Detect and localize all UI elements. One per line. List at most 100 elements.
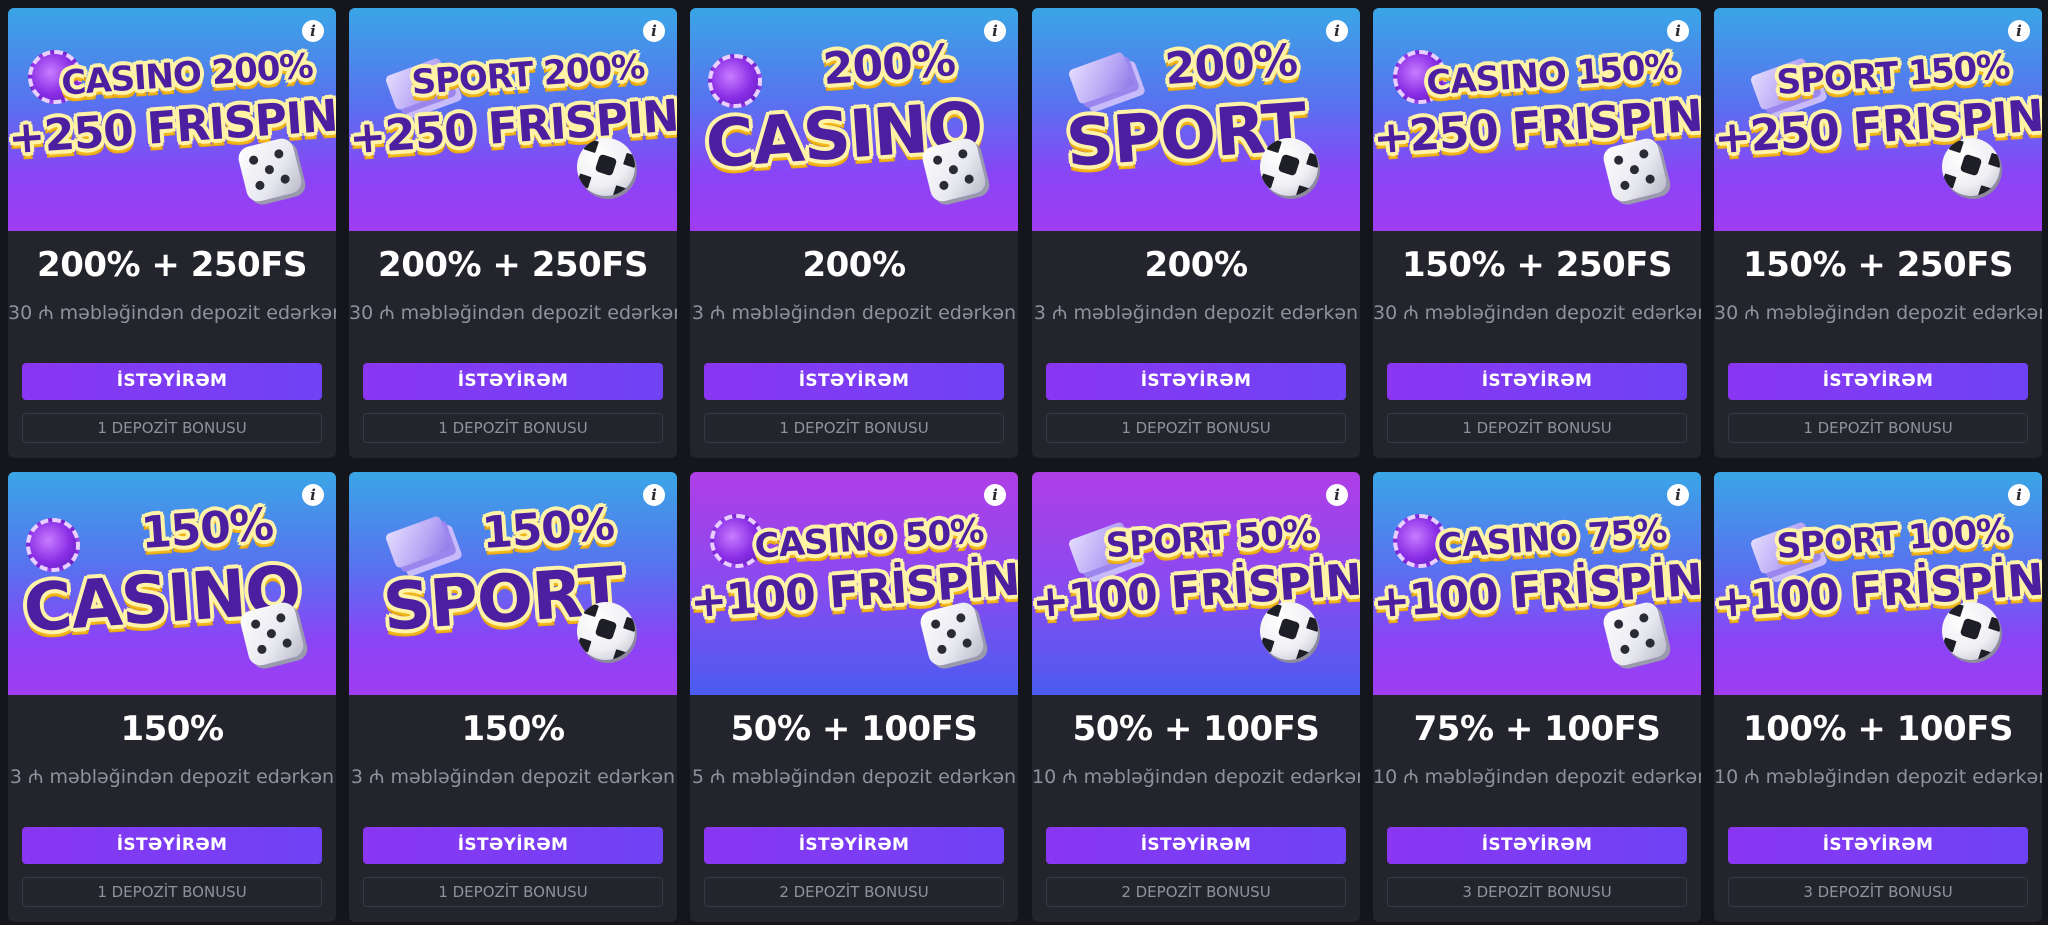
claim-bonus-button[interactable]: İSTƏYİRƏM [22,827,322,864]
card-body: 150% 3 ₼ məbləğindən depozit edərkən İSTƏY… [8,695,336,922]
bonus-card: 200% SPORT i 200% 3 ₼ məbləğindən depozit ed… [1032,8,1360,458]
bonus-card: CASINO 200% +250 FRISPIN i 200% + 250FS 30 ₼… [8,8,336,458]
bonus-card: 150% CASINO i 150% 3 ₼ məbləğindən depozit e… [8,472,336,922]
bonus-card: 150% SPORT i 150% 3 ₼ məbləğindən depozit ed… [349,472,677,922]
bonus-card: SPORT 100% +100 FRİSPİN i 100% + 100FS 10 ₼ … [1714,472,2042,922]
deposit-bonus-tag: 1 DEPOZİT BONUSU [22,877,322,907]
bonus-condition-text: 30 ₼ məbləğindən depozit edərkən [1373,302,1701,324]
bonus-banner[interactable]: 150% SPORT i [349,472,677,695]
soccer-ball-icon [1260,138,1318,196]
info-icon[interactable]: i [2008,20,2030,42]
bonus-condition-text: 3 ₼ məbləğindən depozit edərkən [691,302,1017,324]
deposit-bonus-tag: 1 DEPOZİT BONUSU [704,413,1004,443]
bonus-banner[interactable]: 150% CASINO i [8,472,336,695]
bonus-title: 150% [461,709,565,749]
info-icon[interactable]: i [302,20,324,42]
bonus-banner[interactable]: SPORT 100% +100 FRİSPİN i [1714,472,2042,695]
deposit-bonus-tag: 1 DEPOZİT BONUSU [1387,413,1687,443]
claim-bonus-button[interactable]: İSTƏYİRƏM [363,827,663,864]
deposit-bonus-tag: 2 DEPOZİT BONUSU [1046,877,1346,907]
bonus-banner[interactable]: SPORT 150% +250 FRISPIN i [1714,8,2042,231]
card-body: 200% 3 ₼ məbləğindən depozit edərkən İSTƏY… [690,231,1018,458]
claim-bonus-button[interactable]: İSTƏYİRƏM [1046,363,1346,400]
bonus-title: 200% + 250FS [378,245,648,285]
card-body: 200% + 250FS 30 ₼ məbləğindən depozit edə… [8,231,336,458]
info-icon[interactable]: i [302,484,324,506]
card-body: 150% + 250FS 30 ₼ məbləğindən depozit edə… [1714,231,2042,458]
claim-bonus-button[interactable]: İSTƏYİRƏM [1728,827,2028,864]
banner-artwork: SPORT 50% +100 FRİSPİN [1032,472,1360,695]
card-body: 200% 3 ₼ məbləğindən depozit edərkən İSTƏY… [1032,231,1360,458]
bonus-card: SPORT 150% +250 FRISPIN i 150% + 250FS 30 ₼ … [1714,8,2042,458]
bonus-condition-text: 5 ₼ məbləğindən depozit edərkən [691,766,1017,788]
bonus-title: 50% + 100FS [1072,709,1320,749]
claim-bonus-button[interactable]: İSTƏYİRƏM [704,827,1004,864]
card-body: 150% + 250FS 30 ₼ məbləğindən depozit edə… [1373,231,1701,458]
info-icon[interactable]: i [984,20,1006,42]
info-icon[interactable]: i [2008,484,2030,506]
soccer-ball-icon [1942,138,2000,196]
bonus-card: SPORT 50% +100 FRİSPİN i 50% + 100FS 10 ₼ mə… [1032,472,1360,922]
dice-icon [1601,600,1669,668]
bonus-condition-text: 30 ₼ məbləğindən depozit edərkən [1714,302,2042,324]
bonus-banner[interactable]: CASINO 150% +250 FRISPIN i [1373,8,1701,231]
card-body: 50% + 100FS 10 ₼ məbləğindən depozit edər… [1032,695,1360,922]
bonus-condition-text: 10 ₼ məbləğindən depozit edərkən [1373,766,1701,788]
banner-artwork: CASINO 75% +100 FRİSPİN [1373,472,1701,695]
bonus-banner[interactable]: 200% CASINO i [690,8,1018,231]
bonus-condition-text: 3 ₼ məbləğindən depozit edərkən [9,766,335,788]
bonus-banner[interactable]: SPORT 200% +250 FRISPIN i [349,8,677,231]
bonus-card: CASINO 150% +250 FRISPIN i 150% + 250FS 30 ₼… [1373,8,1701,458]
deposit-bonus-tag: 3 DEPOZİT BONUSU [1728,877,2028,907]
bonus-title: 150% + 250FS [1402,245,1672,285]
banner-artwork: 200% CASINO [690,8,1018,231]
bonus-card: SPORT 200% +250 FRISPIN i 200% + 250FS 30 ₼ … [349,8,677,458]
info-icon[interactable]: i [1326,20,1348,42]
bonus-condition-text: 3 ₼ məbləğindən depozit edərkən [350,766,676,788]
bonus-condition-text: 30 ₼ məbləğindən depozit edərkən [8,302,336,324]
bonus-condition-text: 30 ₼ məbləğindən depozit edərkən [349,302,677,324]
claim-bonus-button[interactable]: İSTƏYİRƏM [704,363,1004,400]
soccer-ball-icon [577,602,635,660]
info-icon[interactable]: i [643,484,665,506]
claim-bonus-button[interactable]: İSTƏYİRƏM [22,363,322,400]
dice-icon [1601,136,1669,204]
deposit-bonus-tag: 1 DEPOZİT BONUSU [1728,413,2028,443]
bonus-title: 100% + 100FS [1743,709,2013,749]
bonus-banner[interactable]: CASINO 50% +100 FRİSPİN i [690,472,1018,695]
banner-artwork: 200% SPORT [1032,8,1360,231]
info-icon[interactable]: i [1667,484,1689,506]
info-icon[interactable]: i [1326,484,1348,506]
claim-bonus-button[interactable]: İSTƏYİRƏM [363,363,663,400]
banner-artwork: SPORT 150% +250 FRISPIN [1714,8,2042,231]
deposit-bonus-tag: 1 DEPOZİT BONUSU [363,877,663,907]
claim-bonus-button[interactable]: İSTƏYİRƏM [1046,827,1346,864]
dice-icon [236,136,304,204]
claim-bonus-button[interactable]: İSTƏYİRƏM [1728,363,2028,400]
bonus-cards-grid: CASINO 200% +250 FRISPIN i 200% + 250FS 30 ₼… [0,0,2048,925]
deposit-bonus-tag: 1 DEPOZİT BONUSU [363,413,663,443]
bonus-condition-text: 10 ₼ məbləğindən depozit edərkən [1714,766,2042,788]
bonus-banner[interactable]: 200% SPORT i [1032,8,1360,231]
bonus-banner[interactable]: CASINO 75% +100 FRİSPİN i [1373,472,1701,695]
info-icon[interactable]: i [984,484,1006,506]
bonus-condition-text: 10 ₼ məbləğindən depozit edərkən [1032,766,1360,788]
card-body: 50% + 100FS 5 ₼ məbləğindən depozit edərk… [690,695,1018,922]
claim-bonus-button[interactable]: İSTƏYİRƏM [1387,363,1687,400]
bonus-card: 200% CASINO i 200% 3 ₼ məbləğindən depozit e… [690,8,1018,458]
banner-artwork: CASINO 150% +250 FRISPIN [1373,8,1701,231]
banner-artwork: 150% CASINO [8,472,336,695]
card-body: 100% + 100FS 10 ₼ məbləğindən depozit edə… [1714,695,2042,922]
soccer-ball-icon [1260,602,1318,660]
card-body: 150% 3 ₼ məbləğindən depozit edərkən İSTƏY… [349,695,677,922]
deposit-bonus-tag: 1 DEPOZİT BONUSU [1046,413,1346,443]
bonus-banner[interactable]: SPORT 50% +100 FRİSPİN i [1032,472,1360,695]
bonus-banner[interactable]: CASINO 200% +250 FRISPIN i [8,8,336,231]
bonus-title: 150% + 250FS [1743,245,2013,285]
soccer-ball-icon [577,138,635,196]
bonus-card: CASINO 75% +100 FRİSPİN i 75% + 100FS 10 ₼ m… [1373,472,1701,922]
bonus-title: 200% + 250FS [37,245,307,285]
claim-bonus-button[interactable]: İSTƏYİRƏM [1387,827,1687,864]
info-icon[interactable]: i [1667,20,1689,42]
info-icon[interactable]: i [643,20,665,42]
